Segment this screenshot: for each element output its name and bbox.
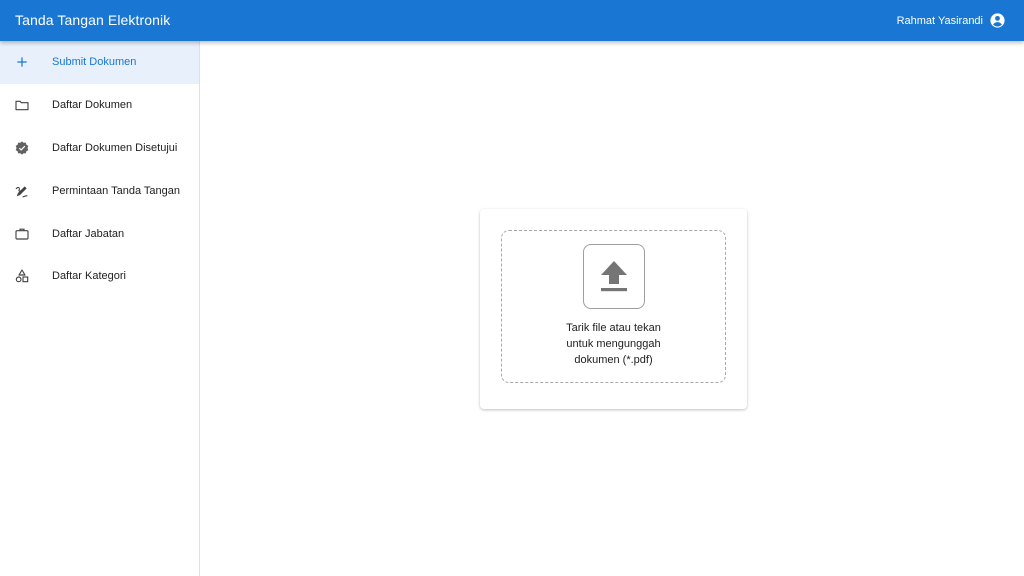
plus-icon xyxy=(14,54,30,70)
sidebar-item-daftar-dokumen-disetujui[interactable]: Daftar Dokumen Disetujui xyxy=(0,127,199,170)
sidebar-item-label: Daftar Jabatan xyxy=(52,227,125,240)
upload-text-line: dokumen (*.pdf) xyxy=(574,354,653,366)
signature-pen-icon xyxy=(14,183,30,199)
sidebar-item-submit-dokumen[interactable]: Submit Dokumen xyxy=(0,41,199,84)
sidebar-item-label: Submit Dokumen xyxy=(52,56,137,69)
briefcase-icon xyxy=(14,226,30,242)
user-name: Rahmat Yasirandi xyxy=(896,14,983,27)
app-title: Tanda Tangan Elektronik xyxy=(15,12,171,28)
verified-badge-icon xyxy=(14,140,30,156)
sidebar-item-daftar-kategori[interactable]: Daftar Kategori xyxy=(0,255,199,298)
sidebar-item-daftar-jabatan[interactable]: Daftar Jabatan xyxy=(0,212,199,255)
main-content: Tarik file atau tekan untuk mengunggah d… xyxy=(200,41,1024,576)
upload-instructions: Tarik file atau tekan untuk mengunggah d… xyxy=(502,320,725,368)
upload-text-line: Tarik file atau tekan xyxy=(566,322,661,334)
sidebar-item-permintaan-tanda-tangan[interactable]: Permintaan Tanda Tangan xyxy=(0,169,199,212)
upload-button[interactable] xyxy=(583,244,645,309)
shapes-icon xyxy=(14,268,30,284)
upload-text-line: untuk mengunggah xyxy=(566,338,661,350)
folder-icon xyxy=(14,97,30,113)
upload-icon xyxy=(597,258,631,296)
file-dropzone[interactable]: Tarik file atau tekan untuk mengunggah d… xyxy=(501,230,726,383)
sidebar-item-label: Daftar Dokumen Disetujui xyxy=(52,141,178,154)
user-menu[interactable]: Rahmat Yasirandi xyxy=(897,0,1006,41)
upload-card: Tarik file atau tekan untuk mengunggah d… xyxy=(480,209,747,409)
sidebar-item-label: Daftar Dokumen xyxy=(52,99,133,112)
sidebar-item-label: Permintaan Tanda Tangan xyxy=(52,184,181,197)
sidebar-item-daftar-dokumen[interactable]: Daftar Dokumen xyxy=(0,84,199,127)
app-bar: Tanda Tangan Elektronik Rahmat Yasirandi xyxy=(0,0,1024,41)
sidebar-item-label: Daftar Kategori xyxy=(52,270,126,283)
account-circle-icon xyxy=(989,12,1006,29)
sidebar: Submit Dokumen Daftar Dokumen Daftar Dok… xyxy=(0,41,200,576)
